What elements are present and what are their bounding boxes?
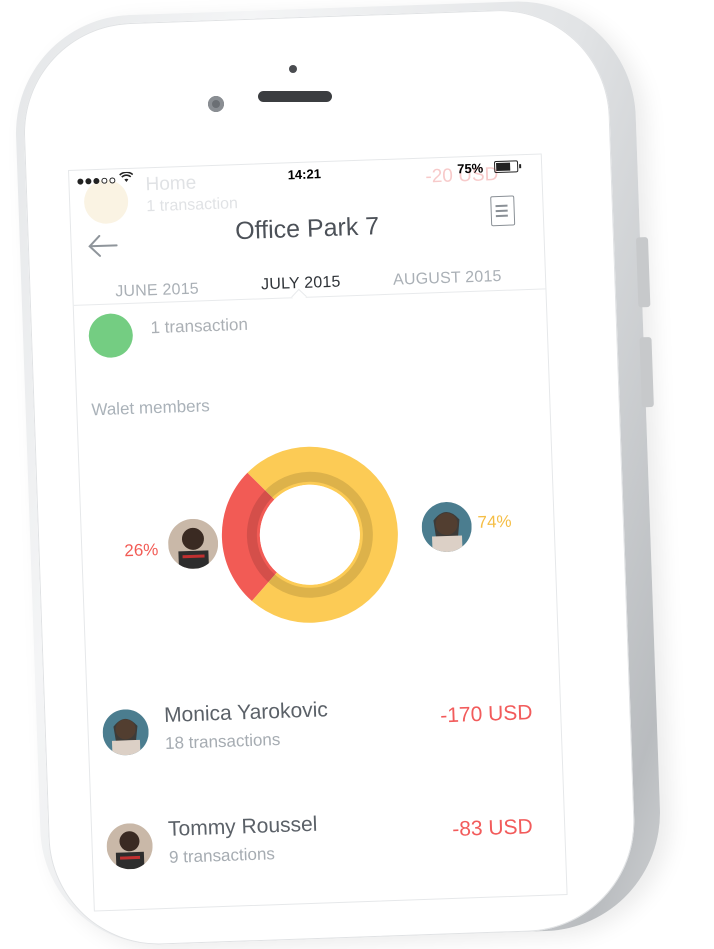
earpiece-speaker — [258, 91, 332, 102]
ghost-category-icon-2 — [88, 312, 134, 359]
battery-percentage: 75% — [456, 160, 484, 177]
member-transactions: 18 transactions — [164, 729, 281, 753]
member-transactions: 9 transactions — [168, 844, 276, 867]
monica-share-percentage: 74% — [477, 511, 512, 532]
battery-tip — [519, 164, 522, 169]
front-camera — [208, 96, 224, 112]
member-name[interactable]: Tommy Roussel — [168, 813, 318, 842]
avatar-tommy-row[interactable] — [105, 822, 154, 871]
app-screen: Home 1 transaction -20 USD 14:21 75% Off… — [68, 153, 568, 912]
members-donut-chart — [221, 446, 398, 623]
wifi-icon — [119, 171, 134, 186]
document-menu-button[interactable] — [490, 195, 516, 227]
status-time: 14:21 — [287, 166, 322, 183]
tab-june-2015[interactable]: JUNE 2015 — [115, 281, 199, 302]
battery-icon — [493, 160, 519, 174]
tommy-share-percentage: 26% — [123, 540, 159, 561]
avatar-monica-row[interactable] — [101, 708, 150, 757]
volume-button — [635, 237, 651, 308]
wallet-members-label: Walet members — [91, 396, 211, 420]
member-name[interactable]: Monica Yarokovic — [164, 698, 329, 728]
page-title: Office Park 7 — [234, 212, 380, 246]
volume-button-2 — [639, 336, 654, 408]
avatar-tommy — [167, 518, 219, 570]
ghost-row-sub-2: 1 transaction — [150, 314, 249, 338]
proximity-sensor — [289, 65, 297, 73]
member-amount: -170 USD — [439, 701, 533, 728]
tab-august-2015[interactable]: AUGUST 2015 — [393, 268, 502, 290]
ghost-row-sub: 1 transaction — [146, 195, 239, 216]
member-amount: -83 USD — [451, 815, 534, 841]
avatar-monica — [420, 501, 473, 553]
